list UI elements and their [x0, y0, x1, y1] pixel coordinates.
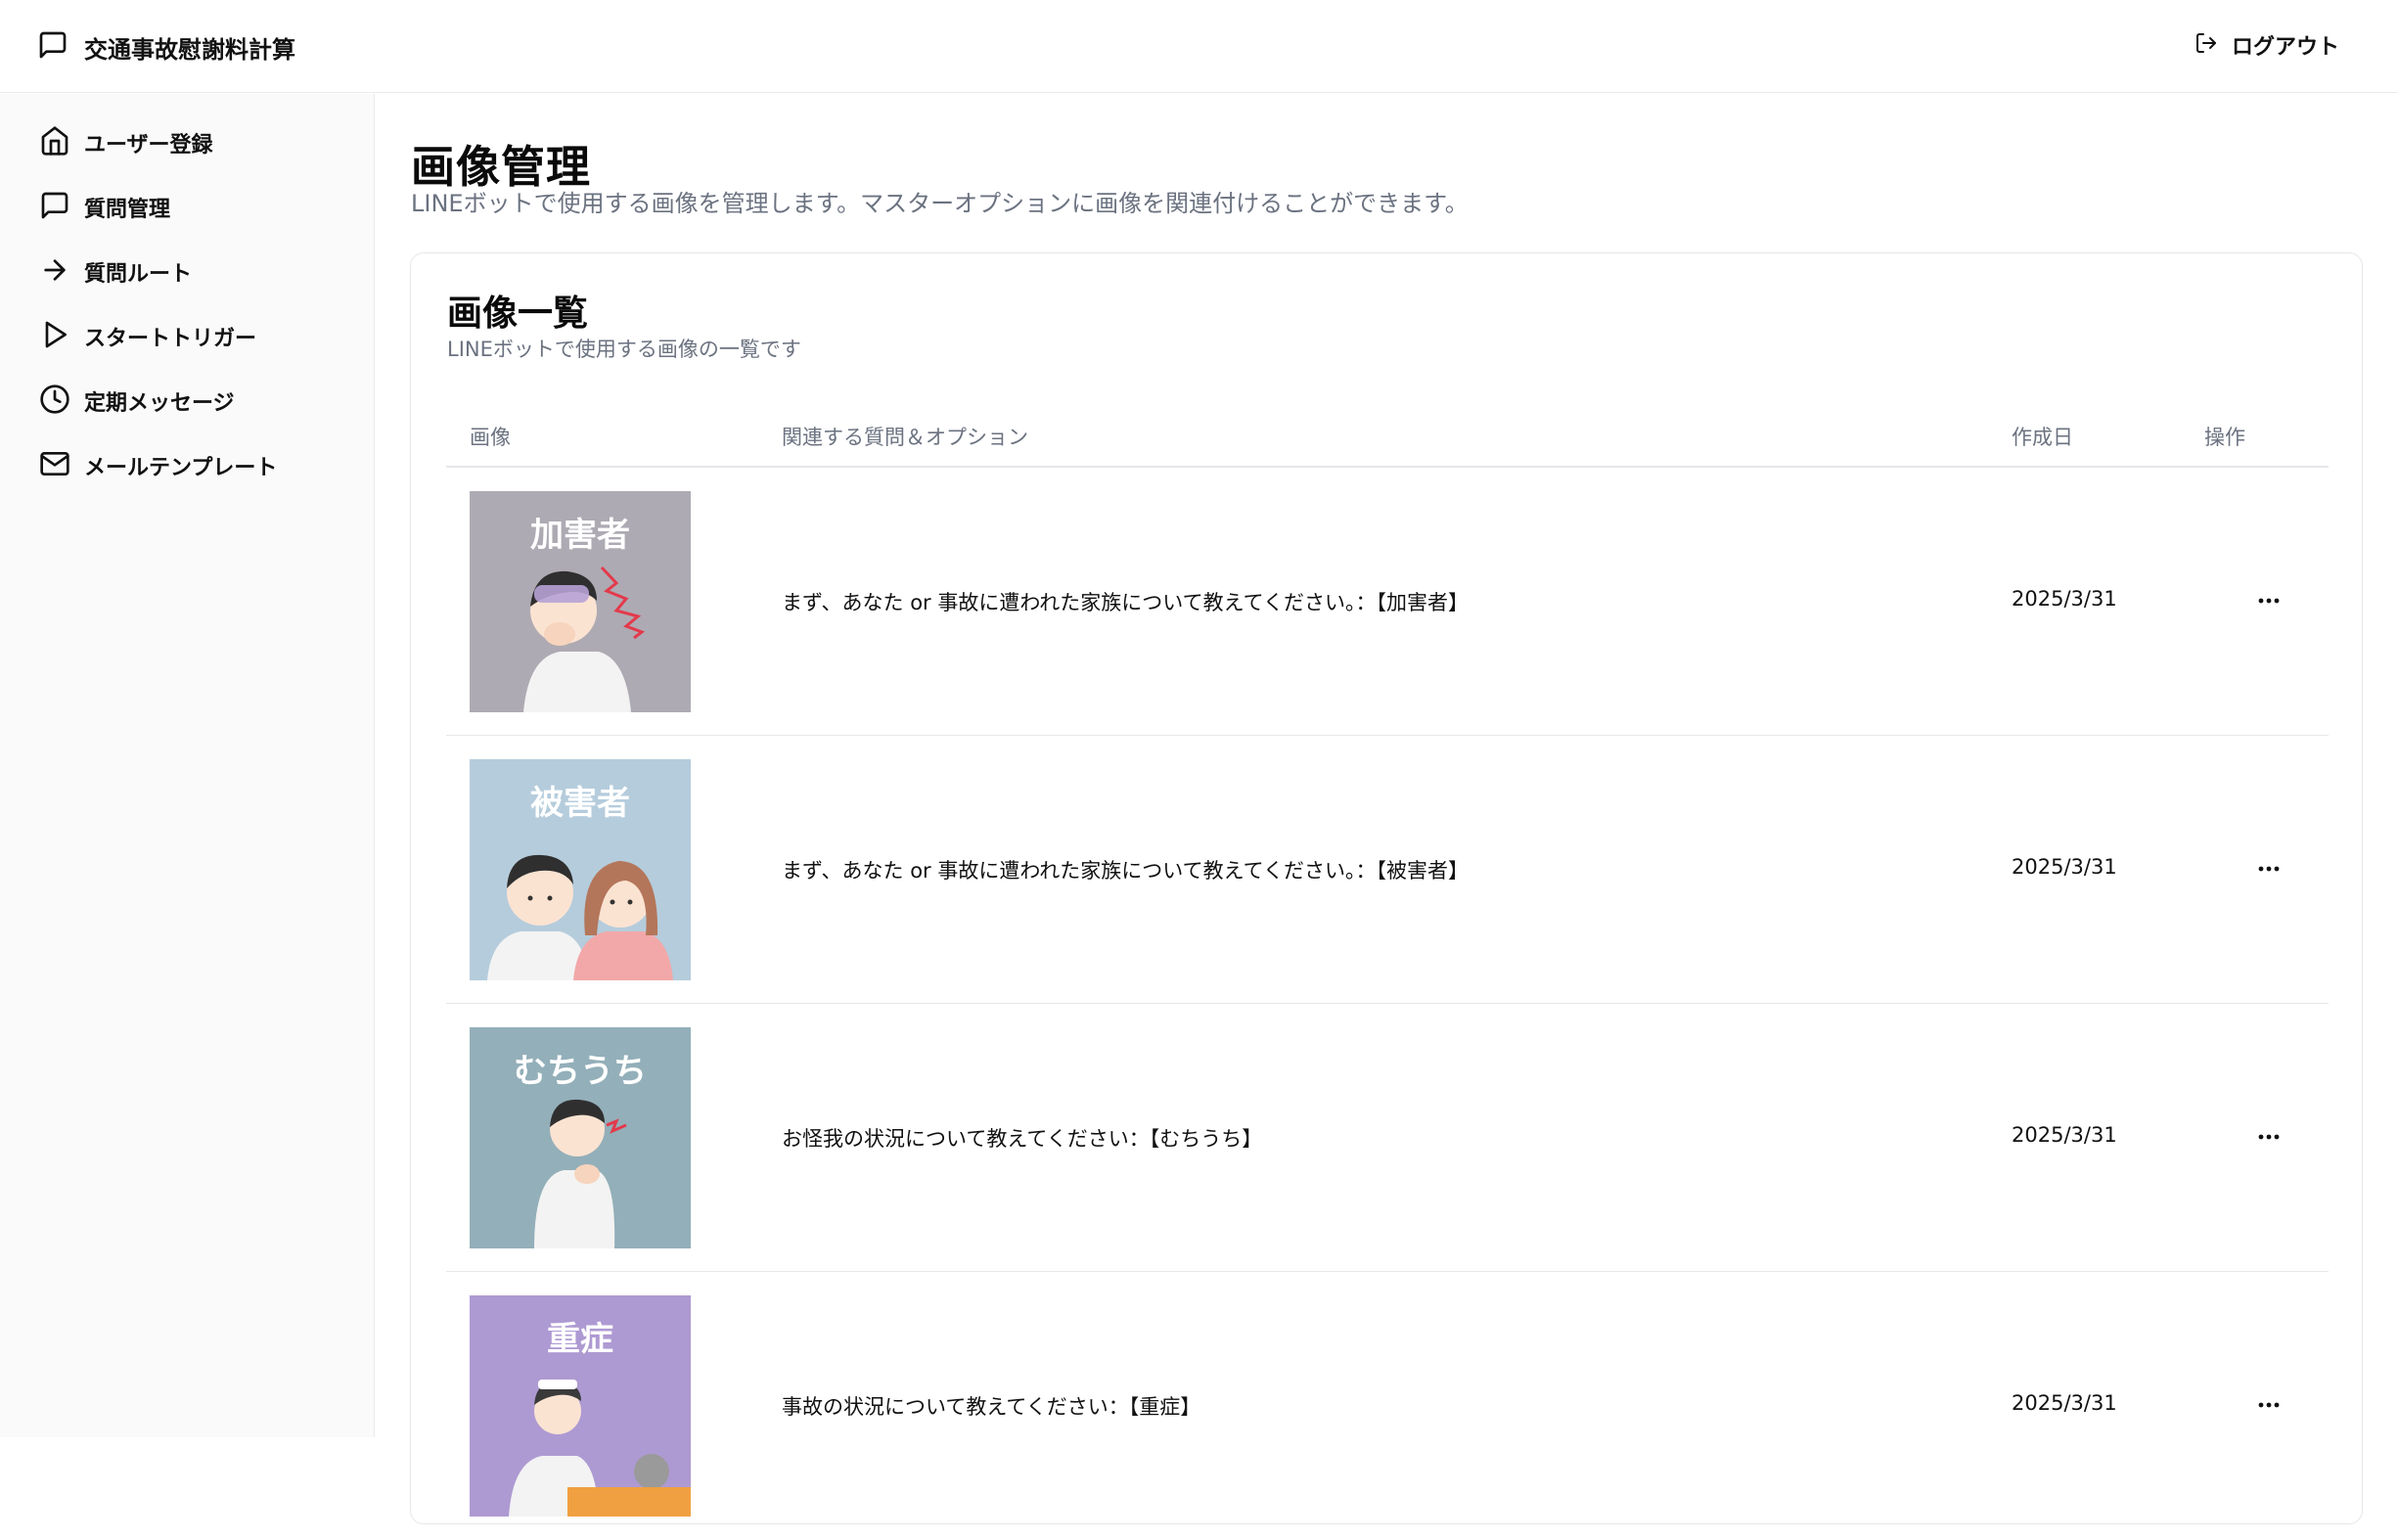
brand: 交通事故慰謝料計算	[37, 29, 295, 65]
log-out-icon	[2194, 31, 2218, 59]
row-image[interactable]: 加害者	[470, 491, 691, 712]
sidebar-item-label: 定期メッセージ	[84, 391, 235, 416]
svg-text:加害者: 加害者	[530, 516, 630, 555]
sidebar-item-label: ユーザー登録	[84, 133, 213, 158]
arrow-right-icon	[39, 254, 70, 290]
sidebar-item-question-route[interactable]: 質問ルート	[39, 254, 192, 290]
sidebar-item-user-registration[interactable]: ユーザー登録	[39, 125, 213, 160]
row-created-date: 2025/3/31	[2012, 1123, 2117, 1147]
sidebar-item-label: 質問ルート	[84, 262, 193, 287]
svg-text:被害者: 被害者	[530, 784, 630, 823]
row-question-option: お怪我の状況について教えてください：【むちうち】	[782, 1127, 1263, 1151]
row-created-date: 2025/3/31	[2012, 587, 2117, 611]
more-actions-button[interactable]	[2246, 583, 2291, 618]
more-actions-button[interactable]	[2246, 851, 2291, 886]
card-subtitle: LINEボットで使用する画像の一覧です	[447, 338, 801, 361]
svg-text:むちうち: むちうち	[514, 1052, 647, 1091]
more-horizontal-icon	[2258, 866, 2280, 872]
more-actions-button[interactable]	[2246, 1119, 2291, 1155]
table-row: 重症 事故の状況について教えてください：【重症】 2025/3/31	[446, 1272, 2329, 1540]
more-horizontal-icon	[2258, 1134, 2280, 1140]
mail-icon	[39, 448, 70, 483]
message-square-icon	[37, 29, 68, 65]
sidebar-item-start-trigger[interactable]: スタートトリガー	[39, 319, 256, 354]
clock-icon	[39, 384, 70, 419]
page-subtitle: LINEボットで使用する画像を管理します。マスターオプションに画像を関連付けるこ…	[411, 190, 1469, 217]
row-image[interactable]: むちうち	[470, 1027, 691, 1248]
column-header-image: 画像	[470, 426, 511, 449]
logout-label: ログアウト	[2231, 35, 2339, 60]
top-header: 交通事故慰謝料計算 ログアウト	[0, 0, 2398, 93]
sidebar-item-label: 質問管理	[84, 198, 171, 222]
main-content: 画像管理 LINEボットで使用する画像を管理します。マスターオプションに画像を関…	[375, 94, 2398, 1524]
table-row: 加害者 まず、あなた or 事故に遭われた家族について教えてください。：【加害者…	[446, 468, 2329, 736]
table-row: 被害者 まず、あなた or 事故に遭われた家族について教えてください。：【被害者…	[446, 736, 2329, 1004]
sidebar-item-question-management[interactable]: 質問管理	[39, 190, 170, 225]
play-icon	[39, 319, 70, 354]
more-horizontal-icon	[2258, 598, 2280, 604]
row-created-date: 2025/3/31	[2012, 855, 2117, 879]
more-actions-button[interactable]	[2246, 1387, 2291, 1423]
image-list-card: 画像一覧 LINEボットで使用する画像の一覧です 画像 関連する質問＆オプション…	[410, 252, 2363, 1524]
sidebar: ユーザー登録 質問管理 質問ルート スタートトリガー 定期メッセージ メールテン…	[0, 94, 375, 1437]
column-header-created: 作成日	[2012, 426, 2073, 449]
sidebar-item-scheduled-message[interactable]: 定期メッセージ	[39, 384, 235, 419]
row-question-option: まず、あなた or 事故に遭われた家族について教えてください。：【被害者】	[782, 859, 1469, 883]
row-image[interactable]: 被害者	[470, 759, 691, 980]
row-question-option: 事故の状況について教えてください：【重症】	[782, 1395, 1201, 1419]
row-created-date: 2025/3/31	[2012, 1391, 2117, 1415]
more-horizontal-icon	[2258, 1402, 2280, 1408]
sidebar-item-label: メールテンプレート	[84, 456, 278, 480]
row-image[interactable]: 重症	[470, 1295, 691, 1517]
sidebar-item-label: スタートトリガー	[84, 327, 257, 351]
home-icon	[39, 125, 70, 160]
table-row: むちうち お怪我の状況について教えてください：【むちうち】 2025/3/31	[446, 1004, 2329, 1272]
svg-text:重症: 重症	[547, 1320, 613, 1359]
logout-button[interactable]: ログアウト	[2194, 29, 2339, 61]
row-question-option: まず、あなた or 事故に遭われた家族について教えてください。：【加害者】	[782, 591, 1469, 614]
app-title: 交通事故慰謝料計算	[84, 35, 295, 64]
message-square-icon	[39, 190, 70, 225]
column-header-question: 関連する質問＆オプション	[782, 426, 1028, 449]
sidebar-item-mail-template[interactable]: メールテンプレート	[39, 448, 277, 483]
column-header-actions: 操作	[2204, 426, 2245, 449]
card-title: 画像一覧	[447, 294, 589, 334]
